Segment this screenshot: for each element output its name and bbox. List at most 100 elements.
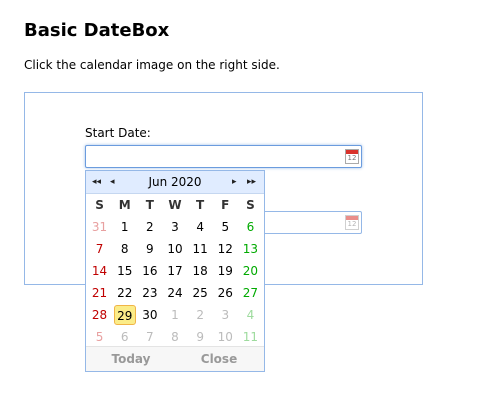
day-label: 7	[146, 330, 154, 344]
calendar-week-row: 7 8 9 10 11 12 13	[87, 238, 263, 260]
today-button[interactable]: Today	[86, 347, 176, 371]
calendar-day[interactable]: 9	[137, 238, 162, 260]
start-date-label: Start Date:	[85, 126, 151, 140]
calendar-week-row: 31 1 2 3 4 5 6	[87, 216, 263, 238]
day-label: 14	[91, 264, 108, 278]
calendar-icon[interactable]: 12	[345, 149, 359, 164]
day-label: 4	[246, 308, 255, 322]
day-label: 22	[117, 286, 133, 300]
day-label: 2	[146, 220, 154, 234]
calendar-day[interactable]: 29	[112, 304, 137, 326]
calendar-day[interactable]: 2	[188, 304, 213, 326]
start-date-input[interactable]	[88, 148, 340, 165]
calendar-day[interactable]: 31	[87, 216, 112, 238]
calendar-month-label[interactable]: Jun 2020	[86, 171, 264, 193]
calendar-day[interactable]: 15	[112, 260, 137, 282]
calendar-day[interactable]: 16	[137, 260, 162, 282]
calendar-day[interactable]: 1	[112, 216, 137, 238]
day-label: 28	[91, 308, 108, 322]
calendar-day[interactable]: 14	[87, 260, 112, 282]
calendar-day[interactable]: 5	[87, 326, 112, 348]
start-date-box[interactable]: 12	[85, 145, 362, 168]
calendar-day[interactable]: 21	[87, 282, 112, 304]
calendar-day[interactable]: 26	[213, 282, 238, 304]
weekday-header: W	[168, 198, 182, 212]
calendar-week-row: 28 29 30 1 2 3 4	[87, 304, 263, 326]
weekday-header: F	[221, 198, 230, 212]
day-label: 21	[91, 286, 108, 300]
calendar-footer: Today Close	[86, 346, 264, 371]
day-label: 1	[120, 220, 129, 234]
day-label: 3	[171, 220, 179, 234]
page-description: Click the calendar image on the right si…	[24, 58, 280, 72]
calendar-day[interactable]: 4	[188, 216, 213, 238]
day-label: 9	[146, 242, 154, 256]
page-title: Basic DateBox	[24, 20, 170, 41]
weekday-header: M	[118, 198, 131, 212]
weekday-row: SMTWTFS	[87, 194, 263, 216]
calendar-day[interactable]: 25	[188, 282, 213, 304]
calendar-day[interactable]: 6	[112, 326, 137, 348]
calendar-day[interactable]: 28	[87, 304, 112, 326]
calendar-day[interactable]: 20	[238, 260, 263, 282]
calendar-day[interactable]: 10	[162, 238, 187, 260]
day-label: 10	[217, 330, 233, 344]
calendar-day[interactable]: 11	[238, 326, 263, 348]
calendar-day[interactable]: 6	[238, 216, 263, 238]
calendar-day[interactable]: 7	[87, 238, 112, 260]
calendar-day[interactable]: 5	[213, 216, 238, 238]
calendar-day[interactable]: 8	[162, 326, 187, 348]
calendar-icon-number: 12	[347, 220, 357, 228]
day-label: 19	[217, 264, 233, 278]
day-label: 12	[217, 242, 233, 256]
day-label: 27	[242, 286, 259, 300]
calendar-day[interactable]: 3	[162, 216, 187, 238]
day-label: 18	[192, 264, 208, 278]
calendar-day[interactable]: 2	[137, 216, 162, 238]
calendar-day[interactable]: 13	[238, 238, 263, 260]
close-button[interactable]: Close	[174, 347, 264, 371]
calendar-day[interactable]: 9	[188, 326, 213, 348]
calendar-day[interactable]: 22	[112, 282, 137, 304]
day-label: 13	[242, 242, 259, 256]
day-label: 31	[91, 220, 108, 234]
calendar-day[interactable]: 8	[112, 238, 137, 260]
calendar-day[interactable]: 19	[213, 260, 238, 282]
calendar-icon-number: 12	[347, 154, 357, 162]
calendar-week-row: 5 6 7 8 9 10 11	[87, 326, 263, 348]
calendar-day[interactable]: 17	[162, 260, 187, 282]
calendar-day[interactable]: 12	[213, 238, 238, 260]
calendar-day[interactable]: 23	[137, 282, 162, 304]
day-label: 17	[167, 264, 183, 278]
next-year-icon[interactable]: ▸▸	[247, 171, 256, 193]
weekday-header: T	[196, 198, 205, 212]
next-month-icon[interactable]: ▸	[232, 171, 237, 193]
day-label: 8	[171, 330, 179, 344]
calendar-day[interactable]: 24	[162, 282, 187, 304]
calendar-day[interactable]: 18	[188, 260, 213, 282]
calendar-day[interactable]: 30	[137, 304, 162, 326]
calendar-day[interactable]: 4	[238, 304, 263, 326]
day-label: 8	[120, 242, 129, 256]
calendar-week-row: 21 22 23 24 25 26 27	[87, 282, 263, 304]
calendar-day[interactable]: 10	[213, 326, 238, 348]
day-label: 16	[142, 264, 158, 278]
day-label: 9	[196, 330, 204, 344]
day-label: 11	[242, 330, 259, 344]
calendar-day[interactable]: 3	[213, 304, 238, 326]
weekday-header: T	[145, 198, 154, 212]
day-label: 11	[192, 242, 208, 256]
calendar-day[interactable]: 7	[137, 326, 162, 348]
day-label: 24	[167, 286, 183, 300]
weekday-header: S	[95, 198, 104, 212]
calendar-icon[interactable]: 12	[345, 215, 359, 230]
calendar-day[interactable]: 1	[162, 304, 187, 326]
calendar-popup: ◂◂ ◂ Jun 2020 ▸ ▸▸ SMTWTFS 31 1 2 3 4 5 6 7 8 9 10…	[85, 170, 265, 372]
day-label: 6	[120, 330, 129, 344]
day-label: 15	[117, 264, 133, 278]
day-label: 7	[95, 242, 104, 256]
calendar-day[interactable]: 27	[238, 282, 263, 304]
day-label: 20	[242, 264, 259, 278]
calendar-week-row: 14 15 16 17 18 19 20	[87, 260, 263, 282]
calendar-day[interactable]: 11	[188, 238, 213, 260]
